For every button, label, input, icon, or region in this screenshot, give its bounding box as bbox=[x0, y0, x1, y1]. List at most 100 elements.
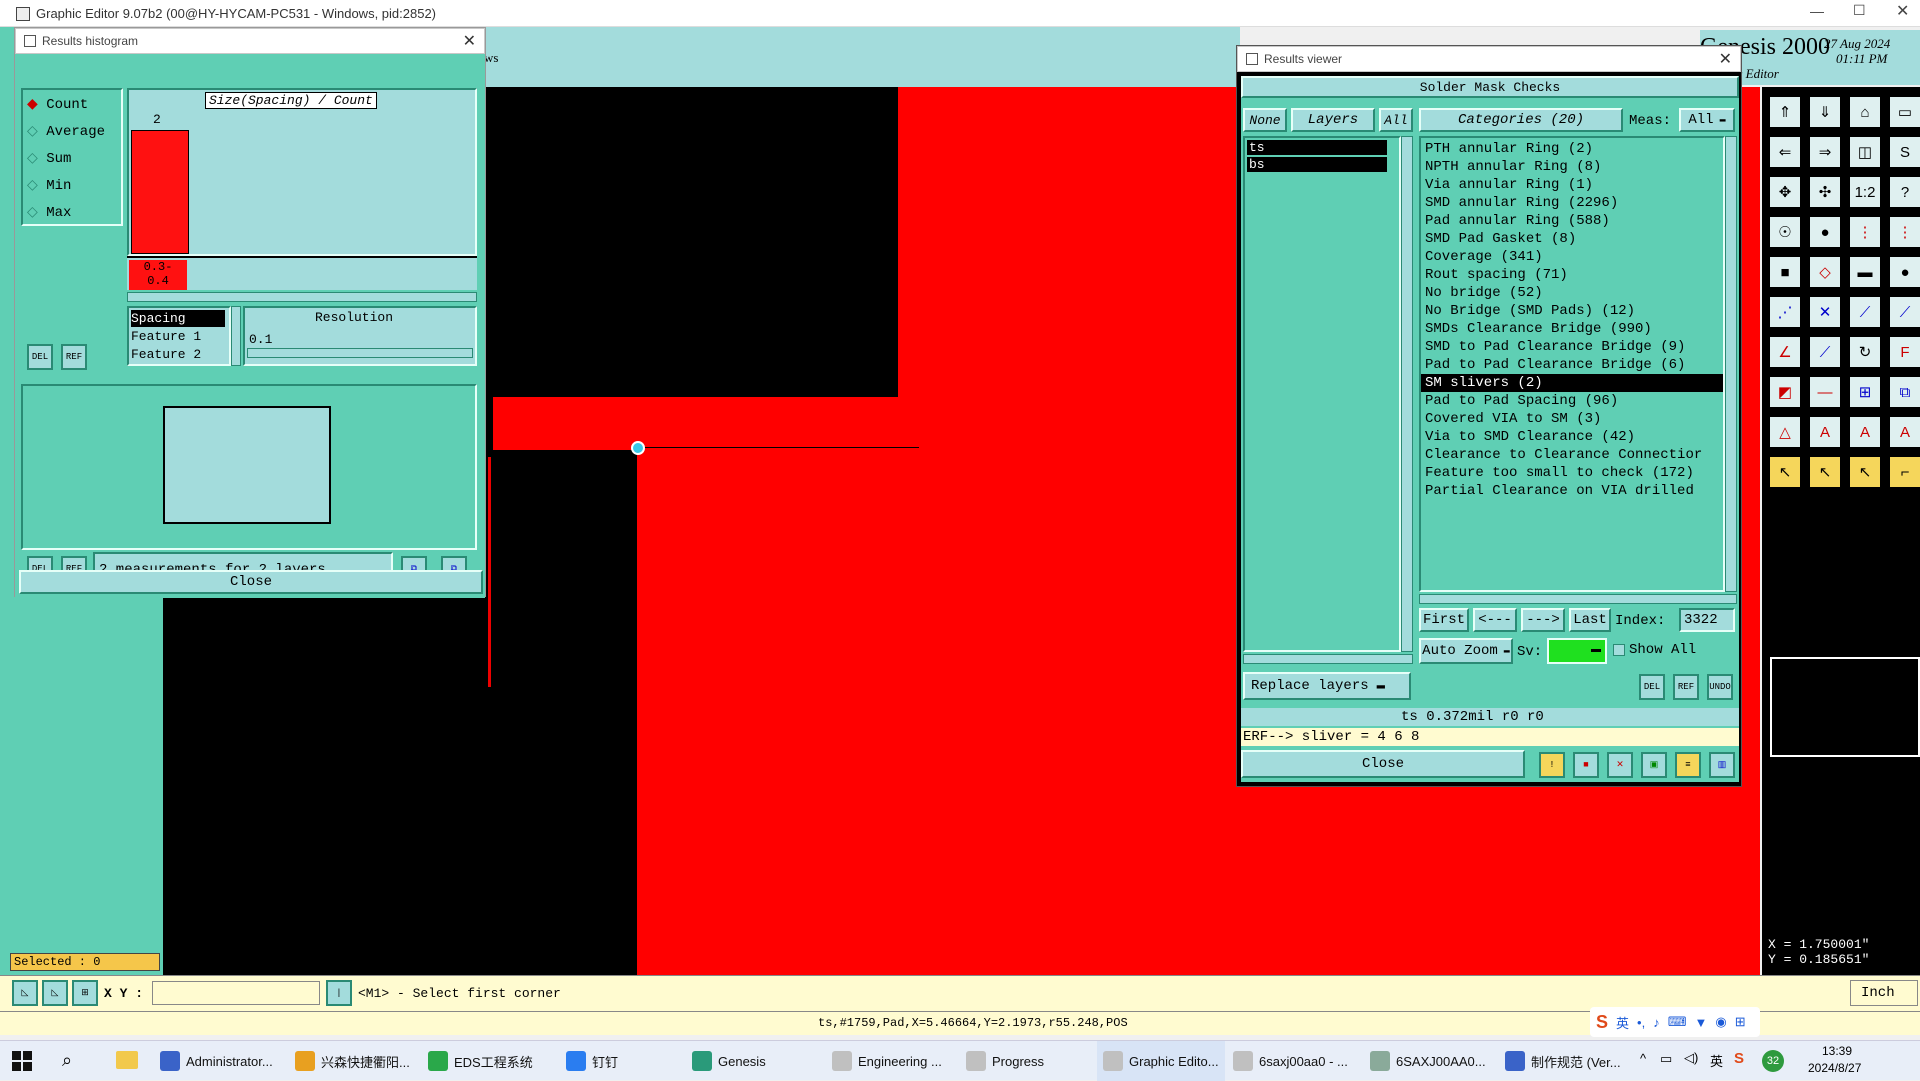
taskbar-app-0[interactable]: Administrator... bbox=[160, 1041, 273, 1081]
viewer-tool-icon-5[interactable]: ≡ bbox=[1675, 752, 1701, 778]
viewer-tool-icon-3[interactable]: ✕ bbox=[1607, 752, 1633, 778]
toolbar-icon-14[interactable]: ● bbox=[1808, 215, 1842, 249]
field-item-feature2[interactable]: Feature 2 bbox=[131, 346, 201, 363]
category-item[interactable]: Covered VIA to SM (3) bbox=[1421, 410, 1723, 428]
layer-item-ts[interactable]: ts bbox=[1247, 140, 1387, 155]
taskbar-app-3[interactable]: 钉钉 bbox=[566, 1041, 618, 1081]
layers-none-button[interactable]: None bbox=[1243, 108, 1287, 132]
category-item[interactable]: Clearance to Clearance Connectior bbox=[1421, 446, 1723, 464]
toolbar-icon-26[interactable]: ⟋ bbox=[1808, 335, 1842, 369]
replace-layers-button[interactable]: Replace layers ▬ bbox=[1243, 672, 1411, 700]
toolbar-icon-28[interactable]: F bbox=[1888, 335, 1920, 369]
unit-button[interactable]: Inch bbox=[1850, 980, 1918, 1006]
resolution-slider[interactable] bbox=[247, 348, 473, 358]
viewer-close-button[interactable]: Close bbox=[1241, 750, 1525, 778]
sogou-tray-icon[interactable]: S bbox=[1734, 1050, 1744, 1067]
category-item[interactable]: SMD Pad Gasket (8) bbox=[1421, 230, 1723, 248]
command-icon-4[interactable]: | bbox=[326, 980, 352, 1006]
viewer-tool-icon-4[interactable]: ▣ bbox=[1641, 752, 1667, 778]
category-item[interactable]: No Bridge (SMD Pads) (12) bbox=[1421, 302, 1723, 320]
toolbar-icon-9[interactable]: ✥ bbox=[1768, 175, 1802, 209]
toolbar-icon-18[interactable]: ◇ bbox=[1808, 255, 1842, 289]
category-item[interactable]: No bridge (52) bbox=[1421, 284, 1723, 302]
meas-dropdown[interactable]: All ▬ bbox=[1679, 108, 1735, 132]
viewer-ref-button[interactable]: REF bbox=[1673, 674, 1699, 700]
category-item[interactable]: SMD annular Ring (2296) bbox=[1421, 194, 1723, 212]
toolbar-icon-16[interactable]: ⋮ bbox=[1888, 215, 1920, 249]
category-item[interactable]: Pad annular Ring (588) bbox=[1421, 212, 1723, 230]
viewer-undo-button[interactable]: UNDO bbox=[1707, 674, 1733, 700]
start-icon[interactable] bbox=[12, 1051, 32, 1071]
show-all-checkbox[interactable] bbox=[1613, 644, 1625, 656]
toolbar-icon-30[interactable]: — bbox=[1808, 375, 1842, 409]
layer-list-vscroll[interactable] bbox=[1401, 136, 1413, 652]
category-item[interactable]: Via annular Ring (1) bbox=[1421, 176, 1723, 194]
category-item[interactable]: Feature too small to check (172) bbox=[1421, 464, 1723, 482]
toolbar-icon-1[interactable]: ⇑ bbox=[1768, 95, 1802, 129]
toolbar-icon-10[interactable]: ✣ bbox=[1808, 175, 1842, 209]
category-item[interactable]: SM slivers (2) bbox=[1421, 374, 1723, 392]
toolbar-icon-22[interactable]: ✕ bbox=[1808, 295, 1842, 329]
toolbar-icon-2[interactable]: ⇓ bbox=[1808, 95, 1842, 129]
mode-average[interactable]: ◇ Average bbox=[27, 123, 105, 140]
notification-badge[interactable]: 32 bbox=[1762, 1050, 1784, 1072]
last-button[interactable]: Last bbox=[1569, 608, 1611, 632]
toolbar-icon-17[interactable]: ■ bbox=[1768, 255, 1802, 289]
toolbar-icon-15[interactable]: ⋮ bbox=[1848, 215, 1882, 249]
toolbar-icon-39[interactable]: ↖ bbox=[1848, 455, 1882, 489]
layer-item-bs[interactable]: bs bbox=[1247, 157, 1387, 172]
toolbar-icon-23[interactable]: ⟋ bbox=[1848, 295, 1882, 329]
layers-button[interactable]: Layers bbox=[1291, 108, 1375, 132]
toolbar-icon-32[interactable]: ⧉ bbox=[1888, 375, 1920, 409]
first-button[interactable]: First bbox=[1419, 608, 1469, 632]
field-list-vscroll[interactable] bbox=[231, 306, 241, 366]
prev-button[interactable]: <--- bbox=[1473, 608, 1517, 632]
tray-lang[interactable]: 英 bbox=[1710, 1051, 1723, 1070]
histogram-hscroll[interactable] bbox=[127, 292, 477, 302]
toolbar-icon-25[interactable]: ∠ bbox=[1768, 335, 1802, 369]
toolbar-icon-11[interactable]: 1:2 bbox=[1848, 175, 1882, 209]
category-list-hscroll[interactable] bbox=[1419, 594, 1737, 604]
category-item[interactable]: PTH annular Ring (2) bbox=[1421, 140, 1723, 158]
toolbar-icon-29[interactable]: ◩ bbox=[1768, 375, 1802, 409]
field-item-feature1[interactable]: Feature 1 bbox=[131, 328, 201, 345]
network-icon[interactable]: ▭ bbox=[1660, 1051, 1672, 1067]
toolbar-icon-5[interactable]: ⇐ bbox=[1768, 135, 1802, 169]
toolbar-icon-31[interactable]: ⊞ bbox=[1848, 375, 1882, 409]
clock-time[interactable]: 13:39 bbox=[1822, 1044, 1852, 1058]
categories-button[interactable]: Categories (20) bbox=[1419, 108, 1623, 132]
toolbar-icon-33[interactable]: △ bbox=[1768, 415, 1802, 449]
histogram-ref-button[interactable]: REF bbox=[61, 344, 87, 370]
xy-input[interactable] bbox=[152, 981, 320, 1005]
toolbar-icon-19[interactable]: ▬ bbox=[1848, 255, 1882, 289]
layers-all-button[interactable]: All bbox=[1379, 108, 1413, 132]
layer-list-hscroll[interactable] bbox=[1243, 654, 1413, 664]
histogram-del-button[interactable]: DEL bbox=[27, 344, 53, 370]
minimize-icon[interactable]: — bbox=[1810, 3, 1824, 19]
mode-sum[interactable]: ◇ Sum bbox=[27, 150, 71, 167]
histogram-bar[interactable] bbox=[131, 130, 189, 254]
toolbar-icon-8[interactable]: S bbox=[1888, 135, 1920, 169]
toolbar-icon-7[interactable]: ◫ bbox=[1848, 135, 1882, 169]
category-item[interactable]: SMDs Clearance Bridge (990) bbox=[1421, 320, 1723, 338]
taskbar-app-5[interactable]: Engineering ... bbox=[832, 1041, 942, 1081]
taskbar-app-10[interactable]: 制作规范 (Ver... bbox=[1505, 1041, 1621, 1081]
taskbar-app-8[interactable]: 6saxj00aa0 - ... bbox=[1233, 1041, 1348, 1081]
taskbar-app-1[interactable]: 兴森快捷衢阳... bbox=[295, 1041, 410, 1081]
toolbar-icon-3[interactable]: ⌂ bbox=[1848, 95, 1882, 129]
field-item-spacing[interactable]: Spacing bbox=[131, 310, 225, 327]
mode-max[interactable]: ◇ Max bbox=[27, 204, 71, 221]
category-item[interactable]: Pad to Pad Clearance Bridge (6) bbox=[1421, 356, 1723, 374]
toolbar-icon-4[interactable]: ▭ bbox=[1888, 95, 1920, 129]
category-item[interactable]: Rout spacing (71) bbox=[1421, 266, 1723, 284]
viewer-del-button[interactable]: DEL bbox=[1639, 674, 1665, 700]
sv-color-dropdown[interactable]: ▬ bbox=[1547, 638, 1607, 664]
histogram-close-button[interactable]: Close bbox=[19, 570, 483, 594]
taskbar-app-4[interactable]: Genesis bbox=[692, 1041, 766, 1081]
taskbar-app-9[interactable]: 6SAXJ00AA0... bbox=[1370, 1041, 1486, 1081]
maximize-icon[interactable]: ☐ bbox=[1853, 2, 1866, 19]
category-item[interactable]: Coverage (341) bbox=[1421, 248, 1723, 266]
toolbar-icon-37[interactable]: ↖ bbox=[1768, 455, 1802, 489]
category-item[interactable]: Pad to Pad Spacing (96) bbox=[1421, 392, 1723, 410]
viewer-tool-icon-1[interactable]: ! bbox=[1539, 752, 1565, 778]
